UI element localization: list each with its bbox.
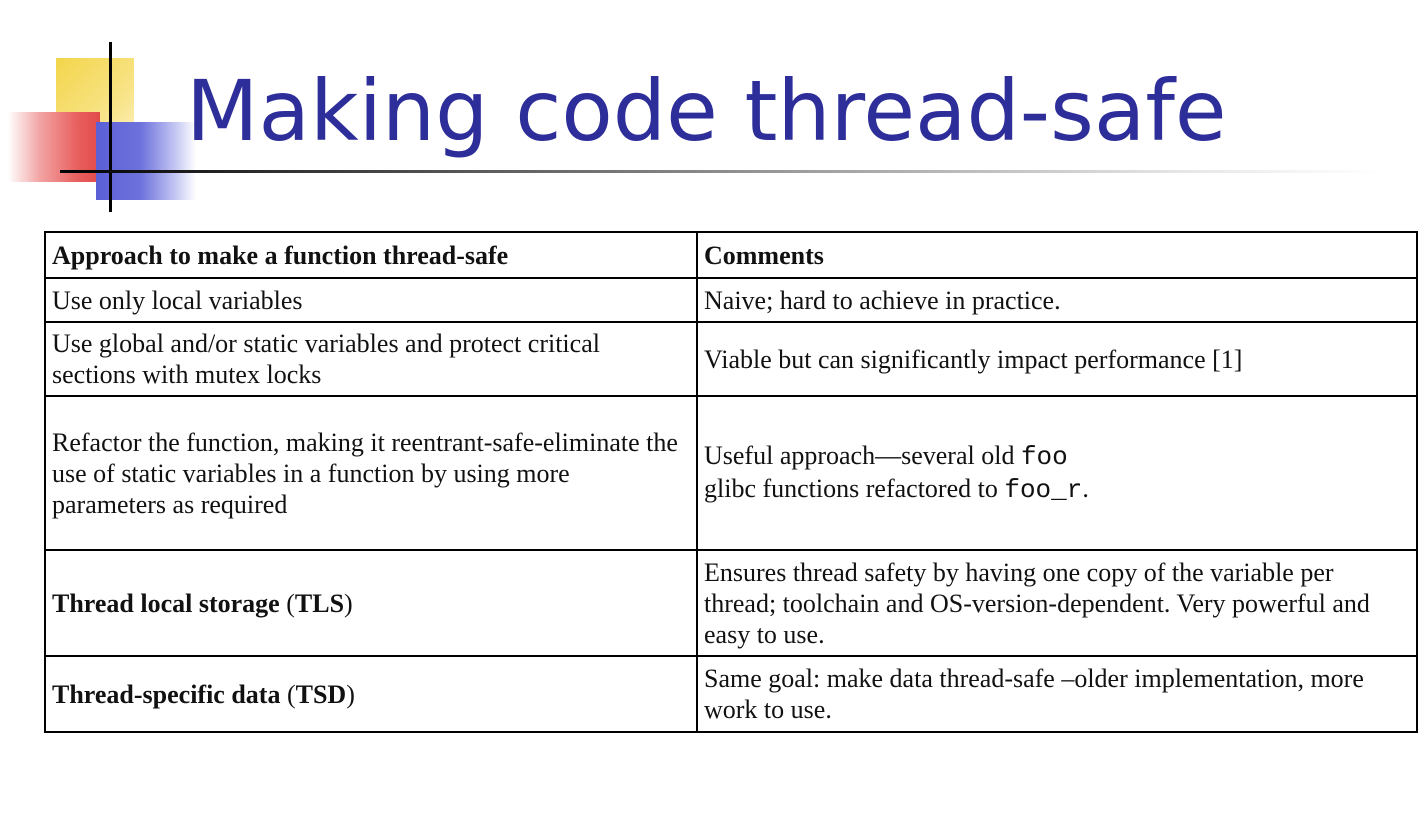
approach-name: Thread local storage (52, 588, 280, 618)
slide-title: Making code thread-safe (186, 62, 1227, 160)
comment-cell: Naive; hard to achieve in practice. (696, 277, 1418, 323)
comment-cell: Useful approach—several old foo glibc fun… (696, 395, 1418, 551)
table-row: Thread local storage (TLS) Ensures threa… (44, 549, 1418, 657)
approach-paren: ) (346, 679, 355, 709)
approach-abbr: TSD (295, 679, 347, 709)
approach-cell: Use only local variables (44, 277, 698, 323)
approach-cell: Thread local storage (TLS) (44, 549, 698, 657)
thread-safety-table: Approach to make a function thread-safe … (44, 231, 1418, 733)
comment-text: Useful approach—several old (704, 441, 1021, 470)
comment-text: glibc functions refactored to (704, 474, 1005, 503)
table-row: Use only local variables Naive; hard to … (44, 277, 1418, 323)
title-underline (60, 170, 1380, 173)
header-comments: Comments (696, 231, 1418, 279)
table-header-row: Approach to make a function thread-safe … (44, 231, 1418, 279)
approach-paren: ) (344, 588, 353, 618)
table-row: Refactor the function, making it reentra… (44, 395, 1418, 551)
comment-cell: Viable but can significantly impact perf… (696, 321, 1418, 397)
approach-cell: Use global and/or static variables and p… (44, 321, 698, 397)
approach-paren: ( (279, 588, 295, 618)
comment-cell: Ensures thread safety by having one copy… (696, 549, 1418, 657)
table-row: Use global and/or static variables and p… (44, 321, 1418, 397)
code-foo-r: foo_r (1004, 475, 1083, 505)
comment-cell: Same goal: make data thread-safe –older … (696, 655, 1418, 733)
decoration-vertical-line (109, 42, 112, 212)
approach-paren: ( (280, 679, 296, 709)
approach-abbr: TLS (294, 588, 345, 618)
table-row: Thread-specific data (TSD) Same goal: ma… (44, 655, 1418, 733)
code-foo: foo (1020, 442, 1068, 472)
approach-cell: Thread-specific data (TSD) (44, 655, 698, 733)
comment-text: . (1082, 474, 1089, 503)
approach-cell: Refactor the function, making it reentra… (44, 395, 698, 551)
header-approach: Approach to make a function thread-safe (44, 231, 698, 279)
approach-name: Thread-specific data (52, 679, 281, 709)
